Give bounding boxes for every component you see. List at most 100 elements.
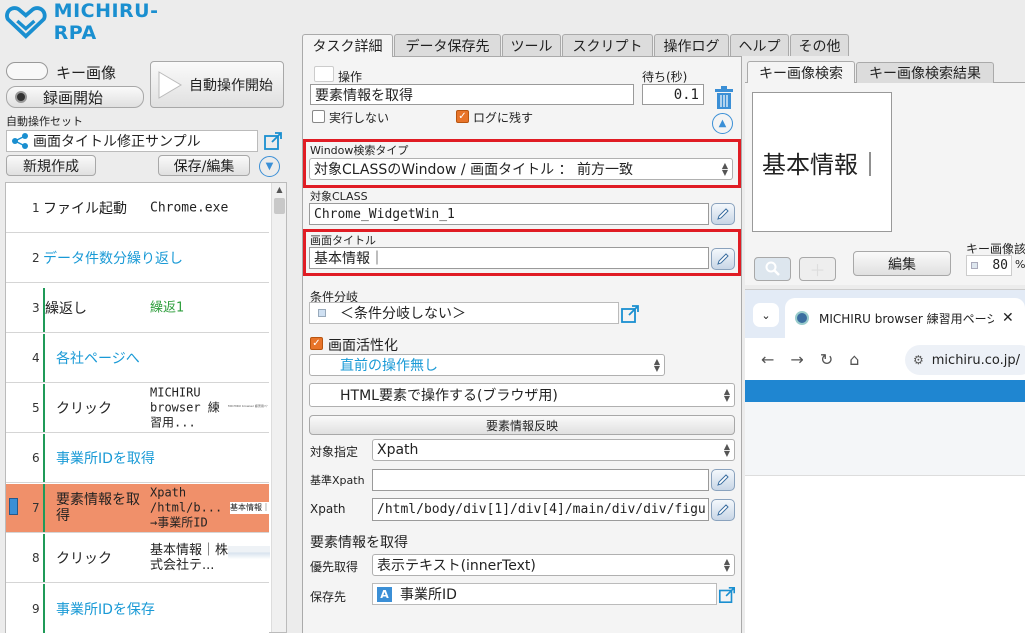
step-row[interactable]: 2 データ件数分繰り返し <box>6 234 269 283</box>
collapse-up-icon[interactable]: ▲ <box>712 113 733 134</box>
base-xpath-field[interactable] <box>372 469 709 491</box>
edit-class-pencil-icon[interactable] <box>711 203 735 225</box>
record-button[interactable]: 録画開始 <box>6 86 144 108</box>
step-number: 9 <box>32 601 40 616</box>
share-icon <box>12 133 28 149</box>
branch-icon <box>318 309 326 317</box>
preset-value: 画面タイトル修正サンプル <box>33 134 201 150</box>
scroll-up-arrow-icon[interactable]: ▲ <box>272 185 286 194</box>
preset-open-icon[interactable] <box>263 131 283 151</box>
new-button[interactable]: 新規作成 <box>6 155 96 176</box>
title-field[interactable]: 基本情報｜ <box>309 247 709 269</box>
step-number: 1 <box>32 201 40 215</box>
step-list-scrollbar[interactable]: ▲ <box>271 183 286 632</box>
class-label: 対象CLASS <box>310 190 368 203</box>
reflect-element-button[interactable]: 要素情報反映 <box>309 415 735 435</box>
tab-key-image-result[interactable]: キー画像検索結果 <box>856 62 994 83</box>
step-row-selected[interactable]: 7 要素情報を取得 Xpath /html/b... →事業所ID 基本情報｜ <box>6 484 270 533</box>
tab-tools[interactable]: ツール <box>502 34 561 56</box>
step-row[interactable]: 1 ファイル起動 Chrome.exe <box>6 184 269 233</box>
edit-xpath-pencil-icon[interactable] <box>711 499 735 521</box>
key-image-toggle[interactable] <box>6 62 48 80</box>
xpath-label: Xpath <box>310 502 346 516</box>
step-detail: Chrome.exe <box>150 200 229 216</box>
tab-operation-log[interactable]: 操作ログ <box>654 34 729 56</box>
tab-label: ヘルプ <box>738 38 781 55</box>
xpath-field[interactable]: /html/body/div[1]/div[4]/main/div/div/fi… <box>372 498 709 521</box>
tab-script[interactable]: スクリプト <box>562 34 653 56</box>
priority-value: 表示テキスト(innerText) <box>377 558 536 574</box>
activate-checkbox[interactable]: ✓ <box>310 337 323 350</box>
tab-other[interactable]: その他 <box>790 34 849 56</box>
auto-start-button[interactable]: 自動操作開始 <box>150 61 284 108</box>
operation-name-field[interactable]: 要素情報を取得 <box>310 84 634 105</box>
step-row[interactable]: 3 繰返し 繰返1 <box>6 284 269 333</box>
browser-preview: ⌄ MICHIRU browser 練習用ページ ✕ ← → ↻ ⌂ ⚙ mic… <box>745 289 1025 633</box>
prev-op-select[interactable]: 直前の操作無し ▲ ▼ <box>309 354 665 376</box>
step-row[interactable]: 4 各社ページへ <box>6 334 269 383</box>
loop-indent-line <box>43 484 45 532</box>
save-to-open-icon[interactable] <box>718 586 736 604</box>
save-to-field[interactable]: A 事業所ID <box>372 583 717 605</box>
branch-field[interactable]: ＜条件分岐しない＞ <box>309 302 619 324</box>
address-bar[interactable]: ⚙ michiru.co.jp/ <box>905 345 1025 375</box>
edit-title-pencil-icon[interactable] <box>711 248 735 270</box>
plus-icon: ＋ <box>809 261 826 280</box>
reload-icon[interactable]: ↻ <box>820 350 833 369</box>
record-button-label: 録画開始 <box>43 88 104 107</box>
priority-label: 優先取得 <box>310 560 359 574</box>
browser-favicon-icon <box>795 311 809 325</box>
row-drag-handle[interactable] <box>9 498 18 515</box>
forward-arrow-icon[interactable]: → <box>790 350 803 369</box>
loop-indent-line <box>43 534 45 582</box>
step-action: クリック <box>56 401 112 417</box>
step-row[interactable]: 6 事業所IDを取得 <box>6 434 269 483</box>
html-op-select[interactable]: HTML要素で操作する(ブラウザ用) ▲ ▼ <box>309 383 735 407</box>
step-row[interactable]: 8 クリック 基本情報｜株式会社テ... <box>6 534 270 583</box>
class-field[interactable]: Chrome_WidgetWin_1 <box>309 203 709 225</box>
step-row[interactable]: 5 クリック MICHIRU browser 練習用... MICHIRU br… <box>6 384 269 433</box>
browser-page-header-bar <box>745 380 1025 402</box>
edit-base-xpath-pencil-icon[interactable] <box>711 469 735 491</box>
preset-field[interactable]: 画面タイトル修正サンプル <box>6 130 258 152</box>
activate-label: 画面活性化 <box>328 338 398 354</box>
edit-button[interactable]: 編集 <box>853 251 951 276</box>
select-arrows-icon: ▲ ▼ <box>721 161 728 177</box>
browser-tab-title: MICHIRU browser 練習用ページ <box>819 311 994 326</box>
branch-open-icon[interactable] <box>620 304 640 324</box>
step-number: 7 <box>32 501 40 515</box>
operation-checkbox[interactable] <box>314 66 334 82</box>
target-spec-select[interactable]: Xpath ▲ ▼ <box>372 439 735 461</box>
xpath-value: /html/body/div[1]/div[4]/main/div/div/fi… <box>377 502 706 517</box>
key-image-toggle-label: キー画像 <box>56 64 117 82</box>
window-search-select[interactable]: 対象CLASSのWindow / 画面タイトル ： 前方一致 ▲ ▼ <box>309 158 733 180</box>
trash-icon[interactable] <box>713 86 735 110</box>
browser-tab-menu-icon[interactable]: ⌄ <box>753 303 779 327</box>
step-number: 6 <box>32 451 40 465</box>
back-arrow-icon[interactable]: ← <box>761 350 774 369</box>
tab-label: その他 <box>798 38 841 55</box>
collapse-chevron-icon[interactable]: ▼ <box>259 156 280 177</box>
save-edit-button[interactable]: 保存/編集 <box>158 155 250 176</box>
log-checkbox[interactable]: ✓ <box>456 110 469 123</box>
tab-help[interactable]: ヘルプ <box>730 34 789 56</box>
step-row[interactable]: 9 事業所IDを保存 <box>6 584 269 633</box>
add-image-button[interactable]: ＋ <box>799 257 836 281</box>
home-icon[interactable]: ⌂ <box>849 350 859 369</box>
loop-indent-line <box>43 334 45 382</box>
match-percent-field[interactable]: 80 <box>966 255 1012 276</box>
auto-start-label: 自動操作開始 <box>189 77 273 94</box>
browser-tab[interactable]: MICHIRU browser 練習用ページ ✕ <box>785 298 1025 338</box>
branch-value: ＜条件分岐しない＞ <box>340 306 466 322</box>
browser-tab-close-icon[interactable]: ✕ <box>1002 310 1014 326</box>
tab-key-image-search[interactable]: キー画像検索 <box>747 61 855 83</box>
scroll-thumb[interactable] <box>274 198 285 214</box>
tab-data-destination[interactable]: データ保存先 <box>394 34 501 56</box>
zoom-button[interactable] <box>754 257 791 281</box>
no-exec-checkbox[interactable] <box>312 110 325 123</box>
wait-seconds-field[interactable]: 0.1 <box>642 84 704 105</box>
priority-select[interactable]: 表示テキスト(innerText) ▲ ▼ <box>372 554 735 576</box>
logo-text: MICHIRU-RPA <box>53 0 159 44</box>
site-settings-icon[interactable]: ⚙ <box>913 353 924 367</box>
tab-task-details[interactable]: タスク詳細 <box>302 34 393 57</box>
